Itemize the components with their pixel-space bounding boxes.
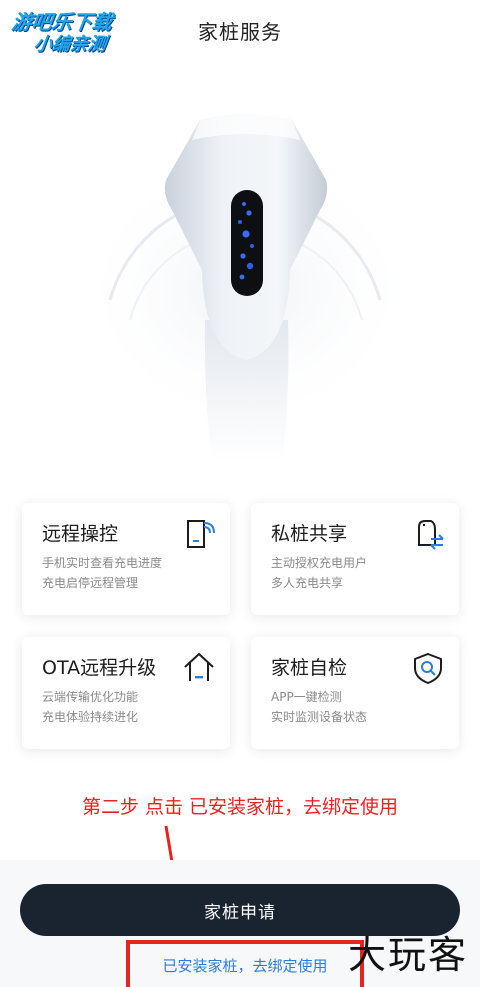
card-desc-line: 手机实时查看充电进度 [42, 556, 163, 570]
card-desc-line: 充电启停远程管理 [42, 576, 139, 590]
card-self-check[interactable]: 家桩自检 APP一键检测 实时监测设备状态 [251, 637, 459, 749]
watermark-line1: 游吧乐下载 [10, 10, 114, 34]
shield-search-icon [414, 652, 442, 685]
home-charger-service-page: 家桩服务 游吧乐下载 小编亲测 远程操控 手机实时查看充电进度 充电启停远程管理… [0, 0, 480, 987]
card-desc-line: 实时监测设备状态 [271, 710, 368, 724]
card-desc-line: 云端传输优化功能 [42, 690, 139, 704]
card-desc-line: 多人充电共享 [271, 576, 344, 590]
upgrade-home-icon [184, 652, 214, 681]
watermark-bottom-text: 大玩客 [347, 933, 468, 977]
card-desc-line: 充电体验持续进化 [42, 710, 139, 724]
installed-charger-bind-link[interactable]: 已安装家桩，去绑定使用 [126, 940, 364, 987]
remote-control-icon [187, 520, 215, 548]
card-desc-line: APP一键检测 [271, 690, 342, 704]
page-title: 家桩服务 [198, 19, 282, 44]
card-description: 主动授权充电用户 多人充电共享 [271, 553, 439, 593]
watermark-logo: 游吧乐下载 小编亲测 [10, 10, 152, 66]
share-icon [418, 520, 444, 550]
card-description: 云端传输优化功能 充电体验持续进化 [42, 687, 210, 727]
card-private-share[interactable]: 私桩共享 主动授权充电用户 多人充电共享 [251, 503, 459, 615]
card-description: APP一键检测 实时监测设备状态 [271, 687, 439, 727]
instruction-annotation: 第二步 点击 已安装家桩，去绑定使用 [81, 796, 399, 818]
card-remote-control[interactable]: 远程操控 手机实时查看充电进度 充电启停远程管理 [22, 503, 230, 615]
card-description: 手机实时查看充电进度 充电启停远程管理 [42, 553, 210, 593]
card-ota-upgrade[interactable]: OTA远程升级 云端传输优化功能 充电体验持续进化 [22, 637, 230, 749]
charger-hero-image [0, 70, 480, 480]
card-desc-line: 主动授权充电用户 [271, 556, 368, 570]
watermark-line2: 小编亲测 [32, 34, 108, 55]
